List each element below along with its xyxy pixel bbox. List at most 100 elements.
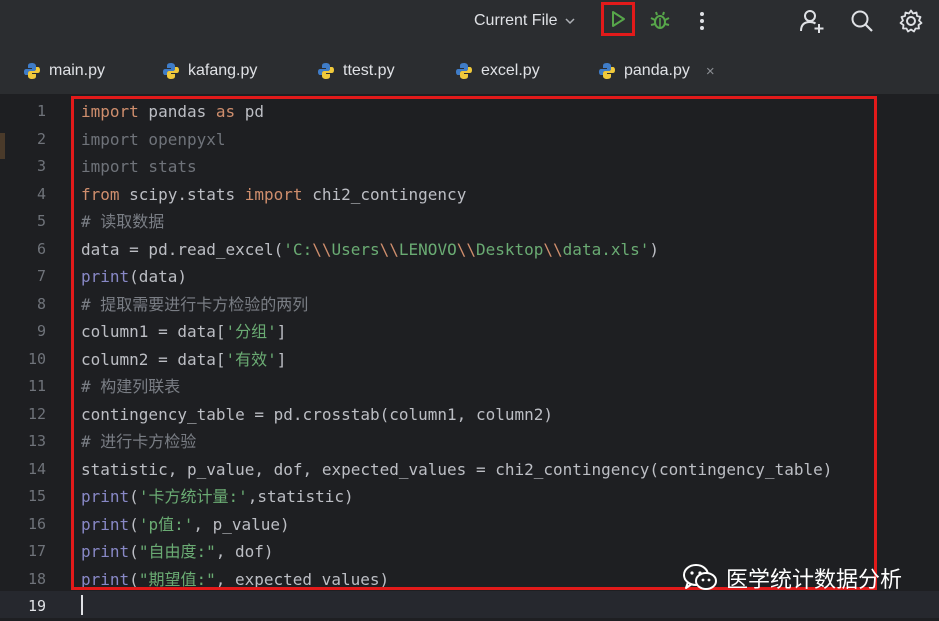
- line-number: 4: [36, 184, 46, 203]
- add-user-button[interactable]: [798, 7, 826, 35]
- debug-icon: [650, 11, 670, 29]
- code-token: data = pd.read_excel(: [81, 239, 284, 259]
- code-line[interactable]: column1 = data['分组']: [81, 318, 286, 346]
- run-icon: [612, 11, 625, 27]
- code-line[interactable]: import openpyxl: [81, 126, 226, 154]
- line-number: 10: [27, 349, 46, 368]
- search-icon: [851, 10, 873, 32]
- chevron-down-icon: [565, 18, 575, 25]
- line-number: 18: [27, 569, 46, 588]
- line-number: 8: [36, 294, 46, 313]
- code-token: ,statistic): [247, 487, 354, 506]
- python-icon: [599, 63, 615, 79]
- code-token: column2 = data[: [81, 349, 226, 369]
- tab-label: panda.py: [624, 62, 690, 79]
- tab-label: main.py: [49, 62, 106, 79]
- code-token: import openpyxl: [81, 129, 226, 149]
- line-number: 19: [27, 597, 46, 615]
- run-config-label: Current File: [474, 12, 558, 29]
- main-toolbar: Current File: [0, 0, 939, 44]
- python-icon: [318, 63, 334, 79]
- tab-excel-py[interactable]: excel.py: [455, 60, 540, 82]
- code-line[interactable]: # 构建列联表: [81, 373, 180, 401]
- code-token: print: [81, 487, 130, 506]
- code-line[interactable]: contingency_table = pd.crosstab(column1,…: [81, 401, 553, 429]
- code-token: data.xls': [562, 239, 650, 259]
- code-token: \\: [456, 239, 476, 259]
- code-line[interactable]: print('卡方统计量:',statistic): [81, 483, 354, 511]
- code-token: Users: [331, 239, 380, 259]
- code-line[interactable]: import stats: [81, 153, 197, 181]
- close-icon[interactable]: ×: [706, 63, 715, 80]
- code-token: (data): [129, 267, 187, 286]
- settings-button[interactable]: [897, 7, 925, 35]
- code-token: column1 = data[: [81, 322, 226, 341]
- code-token: scipy.stats: [119, 184, 245, 204]
- code-line[interactable]: print('p值:', p_value): [81, 511, 290, 539]
- code-token: 'C:: [283, 239, 313, 259]
- code-line[interactable]: print("期望值:", expected_values): [81, 566, 389, 594]
- code-token: import: [244, 184, 303, 204]
- line-number-gutter: 1 2 3 4 5 6 7 8 9 10 11 12 13 14 15 16 17 18 19: [0, 95, 66, 618]
- code-token: print: [81, 514, 130, 534]
- tab-ttest-py[interactable]: ttest.py: [317, 60, 395, 82]
- code-line[interactable]: print(data): [81, 263, 187, 291]
- code-line[interactable]: column2 = data['有效']: [81, 346, 286, 374]
- code-line[interactable]: # 读取数据: [81, 208, 164, 236]
- code-token: # 提取需要进行卡方检验的两列: [81, 294, 309, 314]
- code-token: , dof): [215, 542, 274, 561]
- search-button[interactable]: [848, 7, 876, 35]
- more-icon: [700, 12, 704, 30]
- code-token: '分组': [225, 322, 277, 341]
- run-config-selector[interactable]: Current File: [474, 10, 576, 32]
- code-token: ): [649, 239, 660, 259]
- code-token: # 读取数据: [81, 212, 165, 231]
- code-token: # 进行卡方检验: [81, 432, 197, 451]
- watermark-text: 医学统计数据分析: [726, 568, 903, 593]
- debug-button[interactable]: [647, 8, 673, 34]
- more-actions-button[interactable]: [690, 8, 714, 34]
- code-token: '有效': [225, 349, 277, 369]
- code-token: , expected_values): [215, 569, 390, 589]
- text-cursor: [81, 595, 83, 615]
- code-line[interactable]: # 进行卡方检验: [81, 428, 196, 456]
- code-token: 'p值:': [138, 514, 194, 534]
- tab-panda-py[interactable]: panda.py ×: [598, 60, 715, 82]
- code-line[interactable]: data = pd.read_excel('C:\\Users\\LENOVO\…: [81, 236, 659, 264]
- code-token: pd: [235, 102, 265, 121]
- add-user-icon: [800, 10, 824, 33]
- python-icon: [163, 63, 179, 79]
- editor-tabs: main.py kafang.py ttest.py excel.py pand…: [0, 44, 939, 95]
- code-editor[interactable]: 1 2 3 4 5 6 7 8 9 10 11 12 13 14 15 16 17 18 19 import pan…: [0, 95, 939, 618]
- tab-main-py[interactable]: main.py: [23, 60, 105, 82]
- code-line[interactable]: # 提取需要进行卡方检验的两列: [81, 291, 308, 319]
- code-token: "自由度:": [138, 542, 216, 561]
- code-token: Desktop: [475, 239, 544, 259]
- code-line[interactable]: import pandas as pd: [81, 98, 264, 126]
- line-number: 3: [36, 157, 46, 175]
- code-token: print: [81, 569, 130, 589]
- code-token: "期望值:": [138, 569, 216, 589]
- tab-label: kafang.py: [188, 62, 258, 79]
- line-number: 7: [36, 267, 46, 285]
- code-token: # 构建列联表: [81, 377, 181, 396]
- line-number: 5: [36, 212, 46, 230]
- run-button[interactable]: [601, 2, 635, 36]
- code-token: contingency_table = pd.crosstab(column1,…: [81, 404, 554, 424]
- code-line[interactable]: from scipy.stats import chi2_contingency: [81, 181, 466, 209]
- line-number: 14: [27, 459, 46, 478]
- line-number: 2: [36, 129, 46, 148]
- code-token: \\: [543, 239, 563, 259]
- line-number: 1: [36, 102, 46, 120]
- tab-kafang-py[interactable]: kafang.py: [162, 60, 257, 82]
- gear-icon: [899, 9, 923, 33]
- code-line[interactable]: print("自由度:", dof): [81, 538, 274, 566]
- code-token: ]: [276, 349, 287, 369]
- tab-label: excel.py: [481, 62, 540, 79]
- code-token: LENOVO: [398, 239, 457, 259]
- python-icon: [24, 63, 40, 79]
- code-token: import: [81, 102, 139, 121]
- code-token: '卡方统计量:': [138, 487, 248, 506]
- code-line[interactable]: statistic, p_value, dof, expected_values…: [81, 456, 832, 484]
- code-token: (: [129, 542, 139, 561]
